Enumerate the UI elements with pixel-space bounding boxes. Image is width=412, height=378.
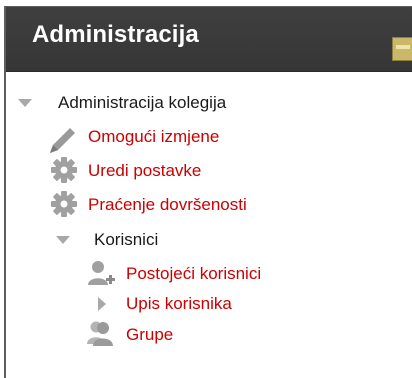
administration-block: Administracija Administracija kolegija O…: [4, 6, 412, 378]
link-label: Upis korisnika: [126, 294, 232, 313]
tree-node-enrolment[interactable]: Upis korisnika: [126, 291, 232, 317]
link-label: Uredi postavke: [88, 161, 202, 180]
turn-editing-on-link[interactable]: Omogući izmjene: [88, 124, 219, 150]
edit-settings-link[interactable]: Uredi postavke: [88, 158, 201, 184]
enrolled-users-link[interactable]: Postojeći korisnici: [126, 261, 261, 287]
link-label: Praćenje dovršenosti: [88, 195, 247, 214]
pencil-icon: [50, 128, 75, 153]
dock-block-icon[interactable]: [392, 37, 412, 61]
link-label: Omogući izmjene: [88, 127, 220, 146]
expand-triangle-icon[interactable]: [56, 236, 70, 244]
user-add-icon: [88, 261, 115, 285]
groups-link[interactable]: Grupe: [126, 322, 173, 348]
link-label: Postojeći korisnici: [126, 264, 262, 283]
tree-node-course-administration[interactable]: Administracija kolegija: [58, 90, 226, 116]
expand-triangle-icon[interactable]: [18, 99, 32, 107]
gear-icon: [51, 191, 77, 217]
block-header: Administracija: [6, 7, 412, 72]
collapsed-triangle-icon[interactable]: [98, 297, 106, 311]
tree-node-users[interactable]: Korisnici: [94, 227, 158, 253]
link-label: Grupe: [126, 325, 174, 344]
group-icon: [87, 321, 113, 346]
tree-node-label: Korisnici: [94, 230, 159, 249]
tree-node-label: Administracija kolegija: [58, 93, 227, 112]
gear-icon: [51, 157, 77, 183]
block-title: Administracija: [32, 21, 199, 48]
completion-tracking-link[interactable]: Praćenje dovršenosti: [88, 192, 247, 218]
